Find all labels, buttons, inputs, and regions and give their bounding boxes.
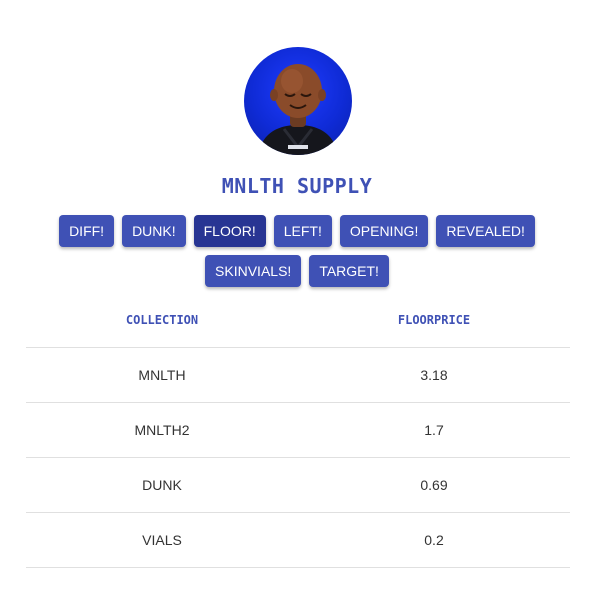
diff-button[interactable]: DIFF! (59, 215, 115, 247)
button-row-primary: DIFF! DUNK! FLOOR! LEFT! OPENING! REVEAL… (0, 215, 594, 247)
revealed-button[interactable]: REVEALED! (436, 215, 535, 247)
floorprice-cell: 0.69 (298, 457, 570, 513)
collection-cell: DUNK (26, 457, 298, 513)
page-title: MNLTH SUPPLY (221, 174, 373, 198)
table-row: VIALS 0.2 (26, 512, 570, 568)
floorprice-cell: 1.7 (298, 402, 570, 458)
collection-cell: MNLTH2 (26, 402, 298, 458)
avatar-character-icon (258, 64, 338, 155)
button-row-secondary: SKINVIALS! TARGET! (0, 255, 594, 287)
table-row: MNLTH2 1.7 (26, 402, 570, 458)
collection-cell: VIALS (26, 512, 298, 568)
floorprice-table: COLLECTION FLOORPRICE MNLTH 3.18 MNLTH2 … (26, 292, 570, 568)
floorprice-cell: 3.18 (298, 347, 570, 403)
table-row: MNLTH 3.18 (26, 347, 570, 403)
left-button[interactable]: LEFT! (273, 215, 332, 247)
collection-cell: MNLTH (26, 347, 298, 403)
avatar (244, 47, 352, 155)
table-row: DUNK 0.69 (26, 457, 570, 513)
skinvials-button[interactable]: SKINVIALS! (205, 255, 302, 287)
floor-button[interactable]: FLOOR! (193, 215, 266, 247)
target-button[interactable]: TARGET! (309, 255, 389, 287)
floorprice-cell: 0.2 (298, 512, 570, 568)
column-header-collection: COLLECTION (26, 292, 298, 348)
dunk-button[interactable]: DUNK! (122, 215, 186, 247)
opening-button[interactable]: OPENING! (339, 215, 429, 247)
table-header-row: COLLECTION FLOORPRICE (26, 292, 570, 348)
column-header-floorprice: FLOORPRICE (298, 292, 570, 348)
